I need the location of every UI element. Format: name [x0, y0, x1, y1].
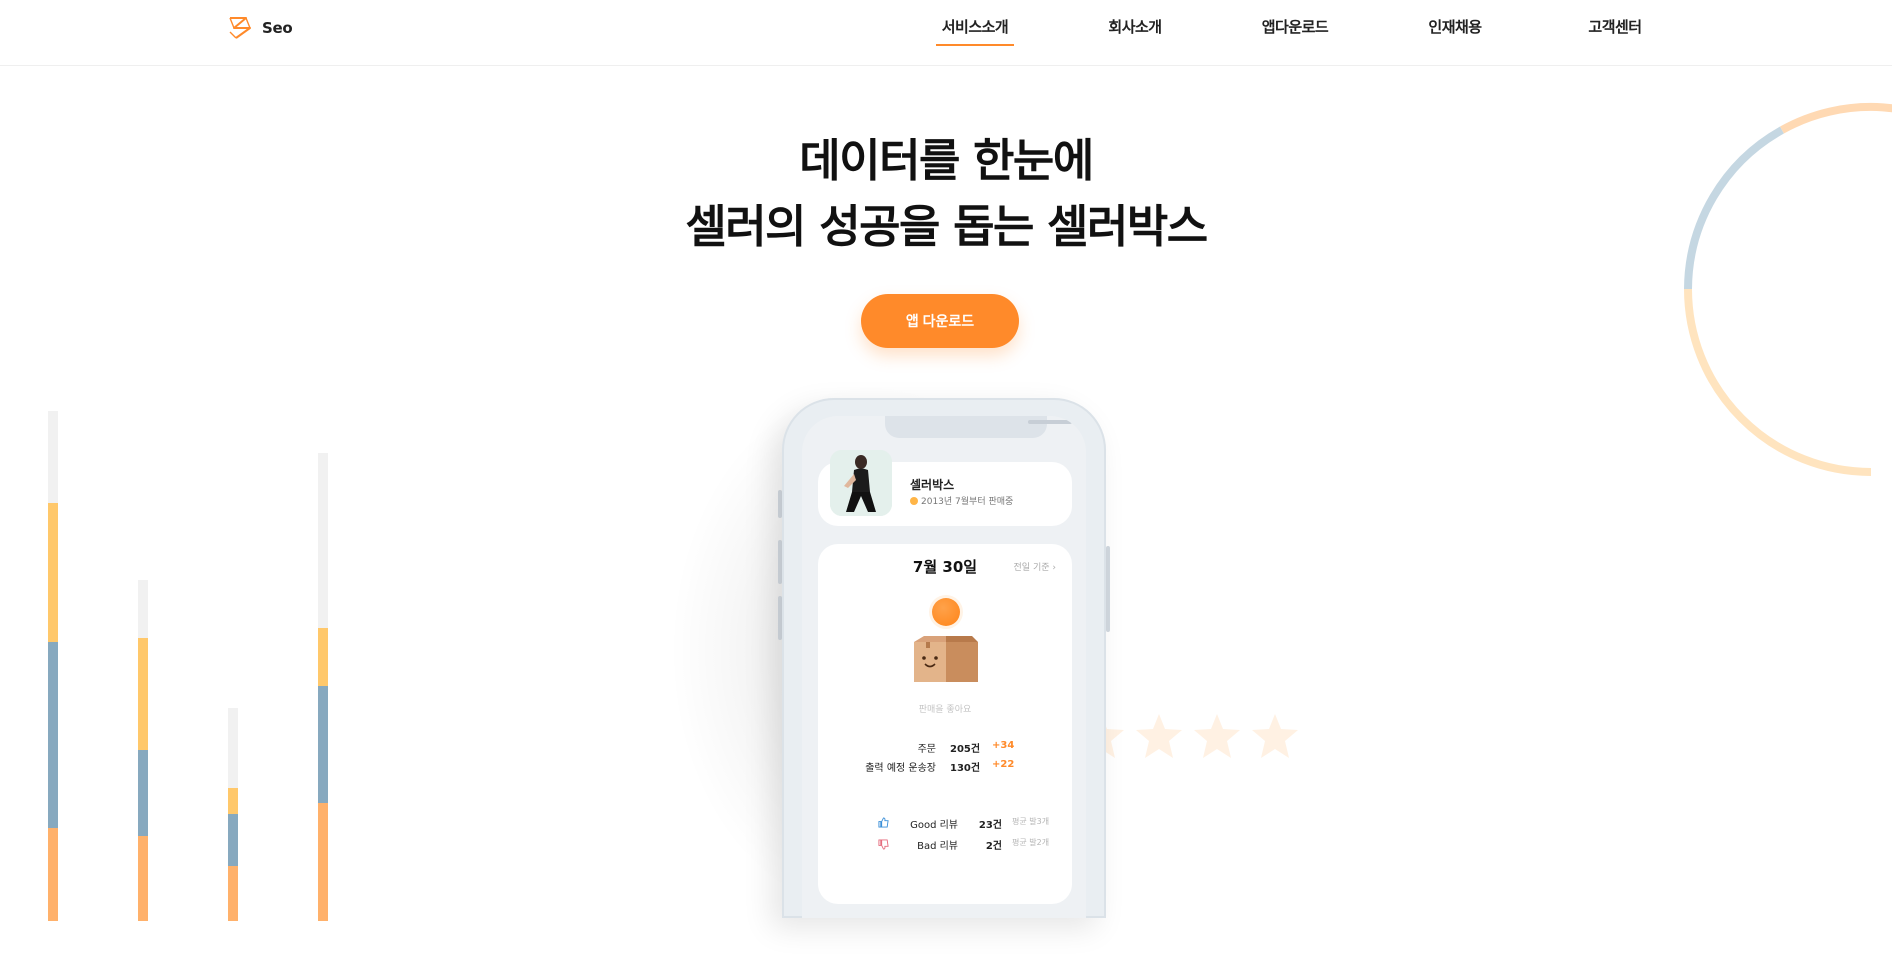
phone-screen: 셀러박스 2013년 7월부터 판매중 7월 30일 전일 기준 › 판매을 좋… — [802, 416, 1086, 918]
profile-since: 2013년 7월부터 판매중 — [910, 494, 1013, 507]
review-label: Bad 리뷰 — [917, 841, 958, 852]
decorative-bar-4 — [318, 453, 328, 921]
stat-label: 출력 예정 운송장 — [865, 763, 936, 774]
nav-company[interactable]: 회사소개 — [1075, 16, 1195, 37]
star-icon — [1252, 714, 1298, 758]
review-value: 23건 — [978, 820, 1002, 831]
stat-delta: +34 — [992, 740, 1015, 751]
phone-power-button — [1106, 546, 1110, 632]
stat-value: 205건 — [950, 744, 981, 755]
decorative-bar-2 — [138, 580, 148, 921]
medal-icon — [910, 496, 918, 505]
avatar — [830, 450, 892, 516]
stat-value: 130건 — [950, 763, 981, 774]
nav-careers[interactable]: 인재채용 — [1395, 16, 1515, 37]
phone-mockup: 셀러박스 2013년 7월부터 판매중 7월 30일 전일 기준 › 판매을 좋… — [782, 398, 1106, 918]
hero-title-line2: 셀러의 성공을 돕는 셀러박스 — [685, 200, 1208, 253]
decorative-ring — [1684, 102, 1892, 476]
box-character-icon — [914, 636, 978, 682]
review-avg: 평균 발3개 — [1012, 817, 1050, 826]
date-ref-text: 전일 기준 — [1013, 563, 1050, 573]
chevron-right-icon: › — [1052, 563, 1056, 573]
review-label: Good 리뷰 — [910, 820, 958, 831]
sun-icon — [932, 598, 960, 626]
profile-card: 셀러박스 2013년 7월부터 판매중 — [818, 450, 1072, 526]
star-icon — [1194, 714, 1240, 758]
site-header: Seo 서비스소개 회사소개 앱다운로드 인재채용 고객센터 — [0, 0, 1892, 66]
review-avg: 평균 발2개 — [1012, 838, 1050, 847]
phone-notch — [885, 416, 1072, 438]
nav-app-download[interactable]: 앱다운로드 — [1235, 16, 1355, 37]
decorative-bar-3 — [228, 708, 238, 921]
sales-status: 판매을 좋아요 — [918, 705, 972, 715]
date-ref-link[interactable]: 전일 기준 › — [1014, 560, 1056, 573]
app-download-button[interactable]: 앱 다운로드 — [861, 294, 1019, 348]
decorative-bar-1 — [48, 411, 58, 921]
daily-summary-card: 7월 30일 전일 기준 › 판매을 좋아요 주문 205건 +34 출력 예정… — [818, 544, 1072, 904]
hero-title-line1: 데이터를 한눈에 — [799, 134, 1094, 187]
star-icon — [1136, 714, 1182, 758]
nav-service[interactable]: 서비스소개 — [915, 16, 1035, 46]
profile-since-text: 2013년 7월부터 판매중 — [921, 497, 1014, 507]
main-nav: 서비스소개 회사소개 앱다운로드 인재채용 고객센터 — [0, 0, 1892, 66]
stat-delta: +22 — [992, 759, 1015, 770]
review-value: 2건 — [985, 841, 1002, 852]
stat-label: 주문 — [917, 744, 936, 755]
profile-name: 셀러박스 — [910, 478, 955, 492]
nav-support[interactable]: 고객센터 — [1555, 16, 1675, 37]
